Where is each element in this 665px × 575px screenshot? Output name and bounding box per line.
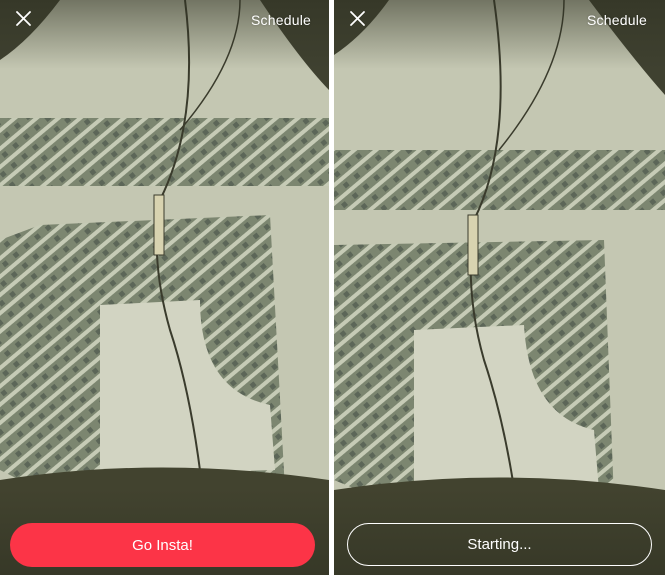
go-insta-button[interactable]: Go Insta! — [10, 523, 315, 567]
camera-preview — [0, 0, 329, 575]
top-bar: Schedule — [334, 0, 665, 40]
schedule-button[interactable]: Schedule — [587, 12, 647, 28]
camera-preview — [334, 0, 665, 575]
schedule-button[interactable]: Schedule — [251, 12, 311, 28]
top-bar: Schedule — [0, 0, 329, 40]
close-icon[interactable] — [346, 8, 370, 30]
camera-screen-starting: Schedule Starting... — [334, 0, 665, 575]
camera-screen-ready: Schedule Go Insta! — [0, 0, 329, 575]
close-icon[interactable] — [12, 8, 36, 30]
starting-button[interactable]: Starting... — [347, 523, 652, 566]
